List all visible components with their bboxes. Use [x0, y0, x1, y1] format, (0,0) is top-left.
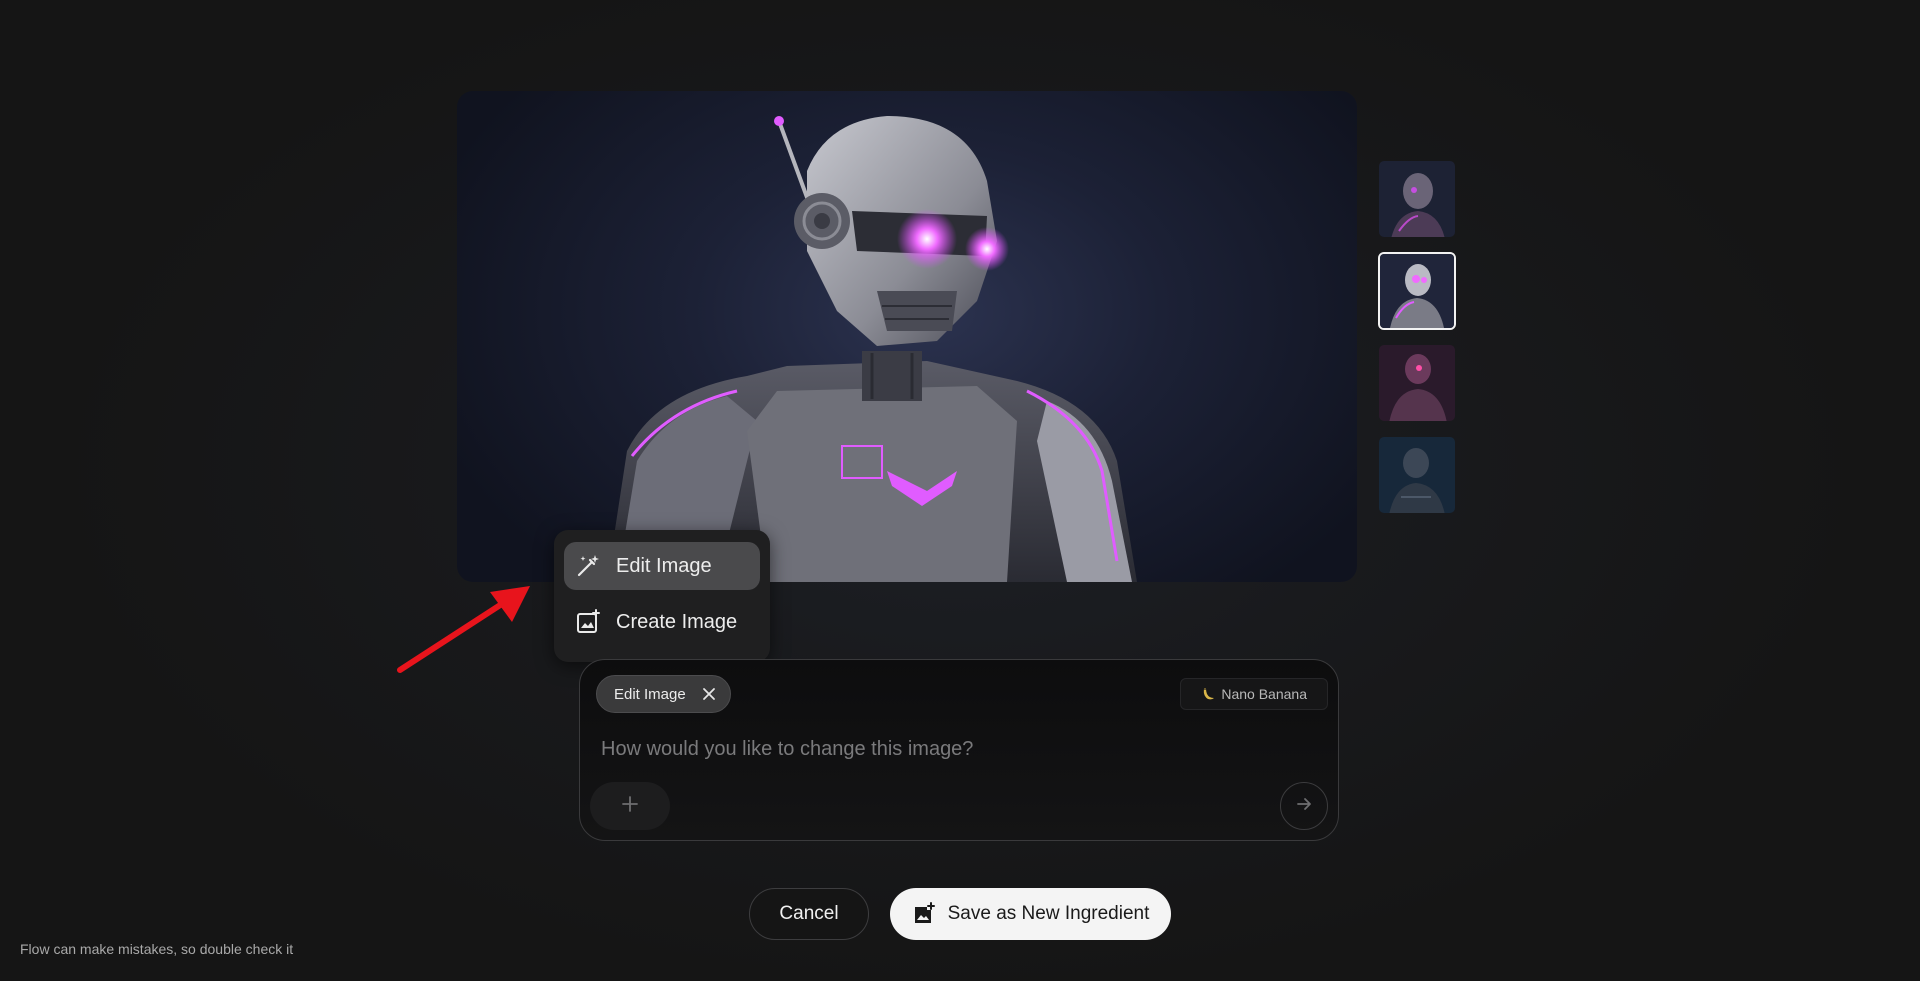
- thumbnail-2-selected[interactable]: [1378, 252, 1456, 330]
- menu-item-label: Edit Image: [616, 554, 712, 577]
- main-image-preview[interactable]: [457, 91, 1357, 582]
- save-button-label: Save as New Ingredient: [947, 903, 1150, 924]
- model-selector[interactable]: Nano Banana: [1180, 678, 1328, 710]
- mode-menu: Edit Image Create Image: [554, 530, 770, 662]
- model-label: Nano Banana: [1221, 686, 1307, 702]
- mode-chip-label: Edit Image: [614, 685, 686, 703]
- thumbnail-4[interactable]: [1378, 436, 1456, 514]
- mode-chip[interactable]: Edit Image: [596, 675, 731, 713]
- plus-icon: [620, 794, 640, 819]
- send-button[interactable]: [1280, 782, 1328, 830]
- prompt-box: Edit Image Nano Banana: [579, 659, 1339, 841]
- menu-item-label: Create Image: [616, 610, 738, 633]
- prompt-input[interactable]: [599, 732, 1303, 766]
- close-icon[interactable]: [700, 685, 718, 703]
- arrow-right-icon: [1295, 795, 1313, 818]
- wand-icon: [574, 552, 602, 580]
- robot-illustration: [607, 116, 1137, 582]
- editor-screen: Edit Image Create Image Edit Image Nano …: [0, 0, 1920, 981]
- cancel-button-label: Cancel: [779, 903, 839, 924]
- thumbnail-1-image: [1379, 161, 1455, 237]
- banana-icon: [1201, 687, 1215, 701]
- thumbnail-3[interactable]: [1378, 344, 1456, 422]
- thumbnail-3-image: [1379, 345, 1455, 421]
- disclaimer-text: Flow can make mistakes, so double check …: [20, 941, 294, 957]
- save-as-new-ingredient-button[interactable]: Save as New Ingredient: [890, 888, 1171, 940]
- thumbnail-1[interactable]: [1378, 160, 1456, 238]
- cancel-button[interactable]: Cancel: [749, 888, 869, 940]
- image-plus-icon: [574, 608, 602, 636]
- thumbnail-2-image: [1380, 254, 1454, 328]
- add-button[interactable]: [590, 782, 670, 830]
- annotation-arrow: [397, 586, 530, 673]
- variant-thumbnails: [1378, 160, 1458, 528]
- menu-item-edit-image[interactable]: Edit Image: [564, 542, 760, 590]
- menu-item-create-image[interactable]: Create Image: [564, 598, 760, 646]
- image-plus-icon: [912, 902, 936, 926]
- thumbnail-4-image: [1379, 437, 1455, 513]
